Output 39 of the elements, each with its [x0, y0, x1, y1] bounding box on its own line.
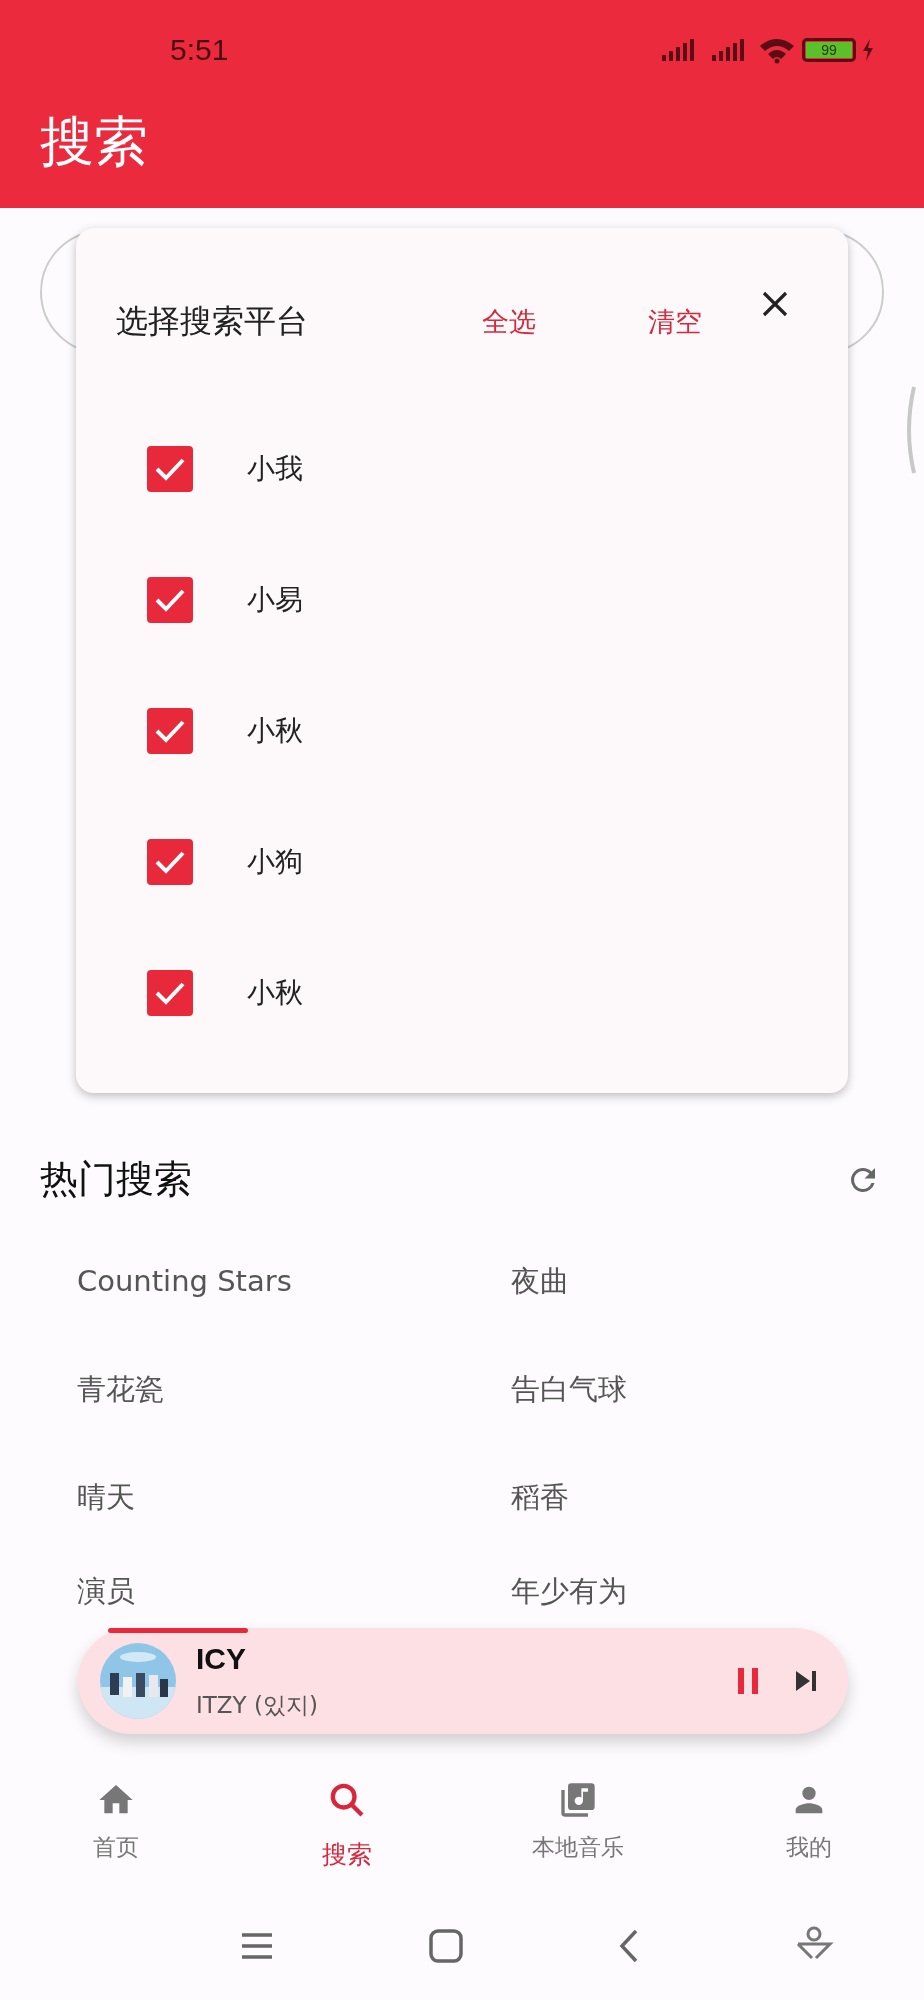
close-icon[interactable]	[760, 289, 790, 319]
checkbox[interactable]	[147, 446, 193, 492]
checkbox[interactable]	[147, 577, 193, 623]
hot-search-item[interactable]: 晴天	[77, 1479, 135, 1515]
home-square-icon[interactable]	[429, 1929, 464, 1963]
hot-search-item[interactable]: 夜曲	[511, 1263, 569, 1299]
song-artist: ITZY (있지)	[196, 1690, 318, 1720]
skip-next-icon[interactable]	[796, 1671, 818, 1691]
song-title: ICY	[196, 1641, 246, 1676]
wifi-icon	[758, 36, 796, 64]
battery-icon: 99	[802, 38, 856, 62]
platform-label: 小我	[247, 451, 303, 487]
hot-search-item[interactable]: 青花瓷	[77, 1371, 164, 1407]
charging-icon	[862, 39, 874, 61]
status-time: 5:51	[170, 33, 229, 67]
dialog-title: 选择搜索平台	[116, 301, 309, 342]
platform-label: 小狗	[247, 844, 303, 880]
nav-tab[interactable]: 本地音乐	[462, 1776, 693, 1871]
hot-search-item[interactable]: 稻香	[511, 1479, 569, 1515]
select-all-button[interactable]: 全选	[476, 300, 542, 344]
hot-search-item[interactable]: 年少有为	[511, 1573, 627, 1609]
hot-search-item[interactable]: Counting Stars	[77, 1263, 292, 1299]
checkbox[interactable]	[147, 839, 193, 885]
platform-label: 小秋	[247, 975, 303, 1011]
clear-button[interactable]: 清空	[642, 300, 708, 344]
nav-tab[interactable]: 首页	[0, 1776, 231, 1871]
nav-tab[interactable]: 我的	[693, 1776, 924, 1871]
hot-search-item[interactable]: 告白气球	[511, 1371, 627, 1407]
checkbox[interactable]	[147, 708, 193, 754]
hot-search-item[interactable]: 演员	[77, 1573, 135, 1609]
platform-label: 小秋	[247, 713, 303, 749]
platform-label: 小易	[247, 582, 303, 618]
checkbox[interactable]	[147, 970, 193, 1016]
nav-tab[interactable]: 搜索	[231, 1776, 462, 1871]
back-icon[interactable]	[618, 1929, 639, 1963]
section-title: 热门搜索	[40, 1156, 192, 1203]
page-title: 搜索	[39, 109, 149, 175]
pause-icon[interactable]	[736, 1668, 760, 1694]
menu-icon[interactable]	[240, 1932, 274, 1960]
